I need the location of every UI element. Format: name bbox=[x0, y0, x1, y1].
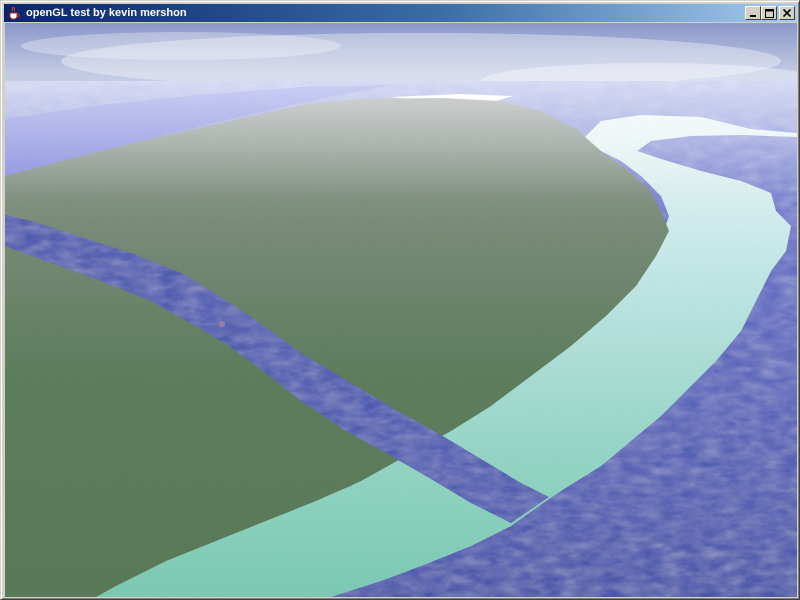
application-window: openGL test by kevin mershon bbox=[0, 0, 800, 600]
terrain-scene bbox=[5, 23, 797, 597]
maximize-icon bbox=[764, 8, 774, 18]
close-button[interactable] bbox=[779, 6, 795, 20]
title-bar[interactable]: openGL test by kevin mershon bbox=[4, 4, 797, 22]
window-controls bbox=[745, 6, 795, 20]
close-icon bbox=[783, 9, 791, 17]
window-title: openGL test by kevin mershon bbox=[26, 7, 187, 19]
minimize-icon bbox=[750, 15, 756, 17]
maximize-button[interactable] bbox=[761, 6, 777, 20]
minimize-button[interactable] bbox=[745, 6, 761, 20]
java-coffee-cup-icon[interactable] bbox=[6, 5, 22, 21]
player-marker bbox=[219, 321, 225, 327]
opengl-viewport[interactable] bbox=[5, 23, 797, 597]
